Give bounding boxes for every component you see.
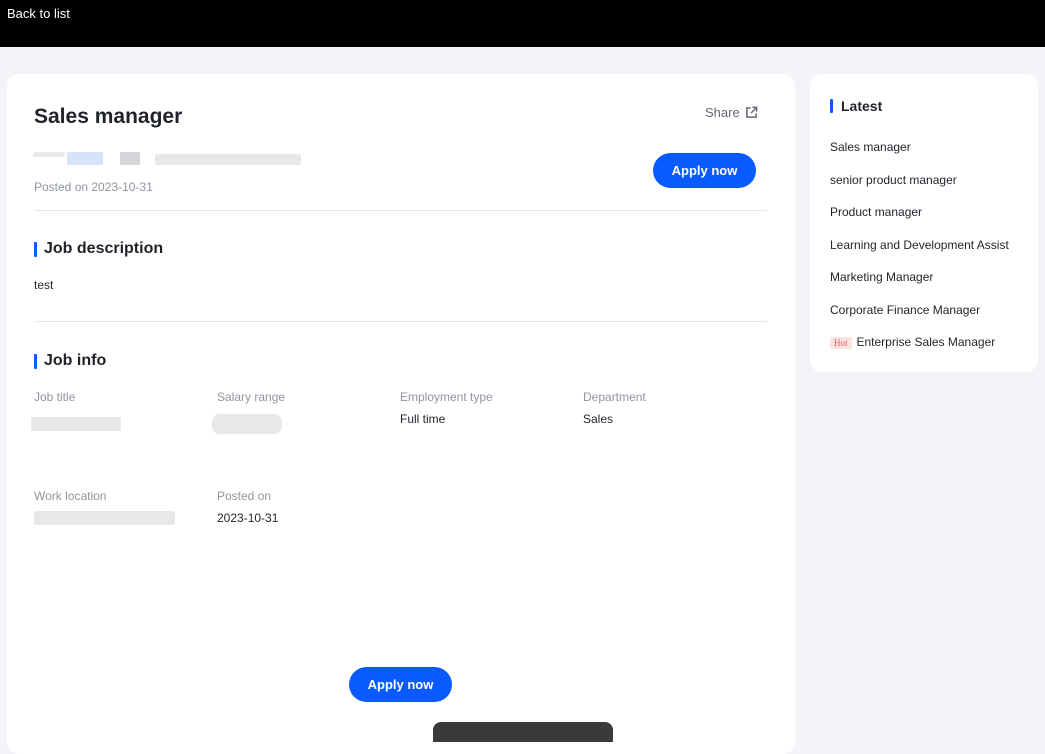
latest-item[interactable]: Product manager: [830, 205, 1020, 219]
posted-date: Posted on 2023-10-31: [34, 180, 153, 194]
latest-item[interactable]: Sales manager: [830, 140, 1020, 154]
salary-range-label: Salary range: [217, 390, 286, 404]
posted-on-value: 2023-10-31: [217, 511, 279, 525]
job-title-label: Job title: [34, 390, 76, 404]
job-title-heading: Sales manager: [34, 105, 183, 128]
hot-badge: Hot: [830, 336, 852, 349]
job-info-heading-text: Job info: [44, 352, 107, 369]
section-accent-bar: [34, 241, 37, 257]
redacted-salary-range: [212, 414, 282, 434]
employment-type-label: Employment type: [400, 390, 493, 404]
job-description-heading: Job description: [34, 240, 163, 258]
job-description-heading-text: Job description: [44, 240, 164, 257]
department-value: Sales: [583, 412, 614, 426]
latest-item[interactable]: senior product manager: [830, 173, 1020, 187]
department-label: Department: [583, 390, 646, 404]
latest-item-label: Enterprise Sales Manager: [856, 335, 996, 349]
divider: [34, 210, 767, 211]
redacted-work-location: [34, 511, 175, 525]
bottom-overlay-bar: [433, 722, 613, 742]
latest-jobs-panel: Latest Sales manager senior product mana…: [810, 74, 1038, 372]
job-info-heading: Job info: [34, 352, 106, 370]
apply-now-bottom-button[interactable]: Apply now: [349, 667, 452, 702]
redacted-company-info: [120, 152, 140, 165]
redacted-job-title: [31, 417, 121, 431]
posted-on-label: Posted on: [217, 489, 272, 503]
top-bar: Back to list: [0, 0, 1045, 47]
latest-heading-text: Latest: [841, 98, 883, 114]
latest-heading: Latest: [830, 98, 882, 114]
job-detail-card: Sales manager Share Posted on 2023-10-31…: [7, 74, 795, 754]
redacted-company-info: [67, 152, 103, 165]
latest-item-hot[interactable]: Hot Enterprise Sales Manager: [830, 335, 1020, 349]
divider: [34, 321, 767, 322]
redacted-company-info: [33, 152, 65, 157]
section-accent-bar: [34, 353, 37, 369]
apply-now-button[interactable]: Apply now: [653, 153, 756, 188]
job-description-text: test: [34, 278, 54, 292]
share-label: Share: [705, 105, 740, 120]
share-button[interactable]: Share: [705, 105, 758, 120]
latest-item[interactable]: Marketing Manager: [830, 270, 1020, 284]
share-icon: [745, 106, 758, 118]
section-accent-bar: [830, 99, 833, 113]
back-to-list-link[interactable]: Back to list: [7, 6, 70, 21]
work-location-label: Work location: [34, 489, 107, 503]
employment-type-value: Full time: [400, 412, 446, 426]
redacted-company-info: [155, 154, 301, 165]
latest-item[interactable]: Learning and Development Assist: [830, 238, 1018, 252]
latest-item[interactable]: Corporate Finance Manager: [830, 303, 1020, 317]
